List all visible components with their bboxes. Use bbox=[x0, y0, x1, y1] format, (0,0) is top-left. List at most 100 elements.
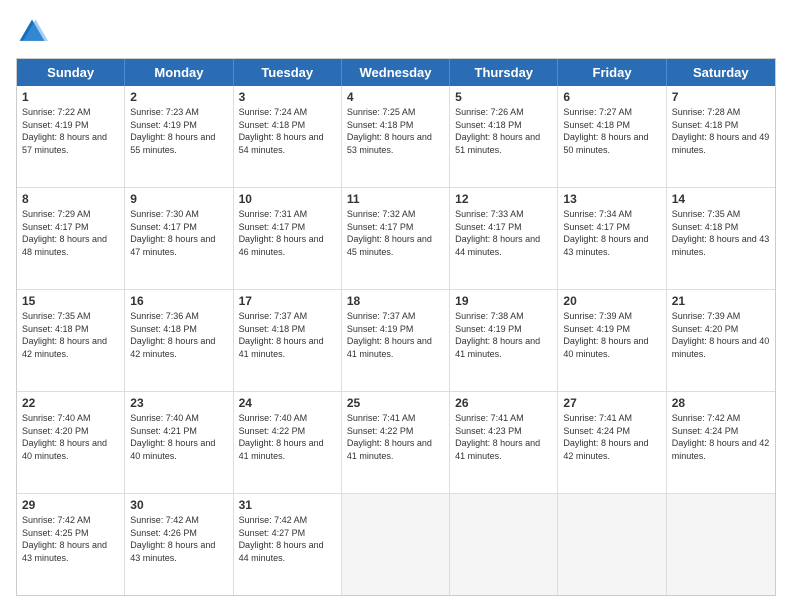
day-info: Sunrise: 7:36 AMSunset: 4:18 PMDaylight:… bbox=[130, 310, 227, 360]
day-cell: 16Sunrise: 7:36 AMSunset: 4:18 PMDayligh… bbox=[125, 290, 233, 391]
day-header-friday: Friday bbox=[558, 59, 666, 86]
day-cell: 2 Sunrise: 7:23 AMSunset: 4:19 PMDaylight… bbox=[125, 86, 233, 187]
day-info: Sunrise: 7:31 AMSunset: 4:17 PMDaylight:… bbox=[239, 208, 336, 258]
day-info: Sunrise: 7:37 AMSunset: 4:19 PMDaylight:… bbox=[347, 310, 444, 360]
day-number: 17 bbox=[239, 294, 336, 308]
day-cell: 4 Sunrise: 7:25 AMSunset: 4:18 PMDaylight… bbox=[342, 86, 450, 187]
day-cell: 6Sunrise: 7:27 AMSunset: 4:18 PMDaylight… bbox=[558, 86, 666, 187]
day-number: 5 bbox=[455, 90, 552, 104]
day-info: Sunrise: 7:25 AMSunset: 4:18 PMDaylight:… bbox=[347, 106, 444, 156]
day-cell bbox=[667, 494, 775, 595]
day-number: 3 bbox=[239, 90, 336, 104]
day-cell: 5 Sunrise: 7:26 AMSunset: 4:18 PMDaylight… bbox=[450, 86, 558, 187]
day-cell: 27 Sunrise: 7:41 AMSunset: 4:24 PMDayligh… bbox=[558, 392, 666, 493]
day-info: Sunrise: 7:28 AMSunset: 4:18 PMDaylight:… bbox=[672, 106, 770, 156]
day-cell: 29Sunrise: 7:42 AMSunset: 4:25 PMDayligh… bbox=[17, 494, 125, 595]
day-info: Sunrise: 7:35 AMSunset: 4:18 PMDaylight:… bbox=[22, 310, 119, 360]
calendar: SundayMondayTuesdayWednesdayThursdayFrid… bbox=[16, 58, 776, 596]
day-cell: 30 Sunrise: 7:42 AMSunset: 4:26 PMDayligh… bbox=[125, 494, 233, 595]
day-cell bbox=[558, 494, 666, 595]
day-info: Sunrise: 7:37 AMSunset: 4:18 PMDaylight:… bbox=[239, 310, 336, 360]
day-number: 1 bbox=[22, 90, 119, 104]
day-info: Sunrise: 7:33 AMSunset: 4:17 PMDaylight:… bbox=[455, 208, 552, 258]
day-cell bbox=[450, 494, 558, 595]
day-cell: 25 Sunrise: 7:41 AMSunset: 4:22 PMDayligh… bbox=[342, 392, 450, 493]
header bbox=[16, 16, 776, 48]
day-info: Sunrise: 7:39 AMSunset: 4:20 PMDaylight:… bbox=[672, 310, 770, 360]
day-cell: 7 Sunrise: 7:28 AMSunset: 4:18 PMDaylight… bbox=[667, 86, 775, 187]
day-info: Sunrise: 7:30 AMSunset: 4:17 PMDaylight:… bbox=[130, 208, 227, 258]
day-cell: 26Sunrise: 7:41 AMSunset: 4:23 PMDayligh… bbox=[450, 392, 558, 493]
day-cell: 17 Sunrise: 7:37 AMSunset: 4:18 PMDayligh… bbox=[234, 290, 342, 391]
day-header-monday: Monday bbox=[125, 59, 233, 86]
day-info: Sunrise: 7:22 AMSunset: 4:19 PMDaylight:… bbox=[22, 106, 119, 156]
day-info: Sunrise: 7:26 AMSunset: 4:18 PMDaylight:… bbox=[455, 106, 552, 156]
day-cell: 8Sunrise: 7:29 AMSunset: 4:17 PMDaylight… bbox=[17, 188, 125, 289]
day-number: 15 bbox=[22, 294, 119, 308]
day-header-saturday: Saturday bbox=[667, 59, 775, 86]
day-number: 6 bbox=[563, 90, 660, 104]
day-number: 29 bbox=[22, 498, 119, 512]
day-number: 10 bbox=[239, 192, 336, 206]
day-number: 31 bbox=[239, 498, 336, 512]
day-info: Sunrise: 7:41 AMSunset: 4:22 PMDaylight:… bbox=[347, 412, 444, 462]
day-header-thursday: Thursday bbox=[450, 59, 558, 86]
day-number: 25 bbox=[347, 396, 444, 410]
day-number: 20 bbox=[563, 294, 660, 308]
day-info: Sunrise: 7:38 AMSunset: 4:19 PMDaylight:… bbox=[455, 310, 552, 360]
day-number: 24 bbox=[239, 396, 336, 410]
day-number: 19 bbox=[455, 294, 552, 308]
day-cell: 22 Sunrise: 7:40 AMSunset: 4:20 PMDayligh… bbox=[17, 392, 125, 493]
day-number: 30 bbox=[130, 498, 227, 512]
day-info: Sunrise: 7:24 AMSunset: 4:18 PMDaylight:… bbox=[239, 106, 336, 156]
day-info: Sunrise: 7:40 AMSunset: 4:20 PMDaylight:… bbox=[22, 412, 119, 462]
day-info: Sunrise: 7:41 AMSunset: 4:23 PMDaylight:… bbox=[455, 412, 552, 462]
day-cell: 31Sunrise: 7:42 AMSunset: 4:27 PMDayligh… bbox=[234, 494, 342, 595]
day-number: 7 bbox=[672, 90, 770, 104]
day-cell bbox=[342, 494, 450, 595]
day-number: 27 bbox=[563, 396, 660, 410]
day-cell: 23 Sunrise: 7:40 AMSunset: 4:21 PMDayligh… bbox=[125, 392, 233, 493]
page: SundayMondayTuesdayWednesdayThursdayFrid… bbox=[0, 0, 792, 612]
day-cell: 28Sunrise: 7:42 AMSunset: 4:24 PMDayligh… bbox=[667, 392, 775, 493]
day-number: 11 bbox=[347, 192, 444, 206]
day-cell: 12 Sunrise: 7:33 AMSunset: 4:17 PMDayligh… bbox=[450, 188, 558, 289]
day-info: Sunrise: 7:42 AMSunset: 4:24 PMDaylight:… bbox=[672, 412, 770, 462]
logo bbox=[16, 16, 52, 48]
day-cell: 24 Sunrise: 7:40 AMSunset: 4:22 PMDayligh… bbox=[234, 392, 342, 493]
day-number: 12 bbox=[455, 192, 552, 206]
day-number: 23 bbox=[130, 396, 227, 410]
day-cell: 3 Sunrise: 7:24 AMSunset: 4:18 PMDaylight… bbox=[234, 86, 342, 187]
day-cell: 9 Sunrise: 7:30 AMSunset: 4:17 PMDaylight… bbox=[125, 188, 233, 289]
week-row-0: 1 Sunrise: 7:22 AMSunset: 4:19 PMDaylight… bbox=[17, 86, 775, 188]
week-row-3: 22 Sunrise: 7:40 AMSunset: 4:20 PMDayligh… bbox=[17, 392, 775, 494]
day-number: 4 bbox=[347, 90, 444, 104]
day-info: Sunrise: 7:42 AMSunset: 4:26 PMDaylight:… bbox=[130, 514, 227, 564]
week-row-4: 29Sunrise: 7:42 AMSunset: 4:25 PMDayligh… bbox=[17, 494, 775, 595]
day-info: Sunrise: 7:32 AMSunset: 4:17 PMDaylight:… bbox=[347, 208, 444, 258]
day-number: 18 bbox=[347, 294, 444, 308]
day-cell: 21 Sunrise: 7:39 AMSunset: 4:20 PMDayligh… bbox=[667, 290, 775, 391]
day-number: 22 bbox=[22, 396, 119, 410]
day-header-tuesday: Tuesday bbox=[234, 59, 342, 86]
day-info: Sunrise: 7:34 AMSunset: 4:17 PMDaylight:… bbox=[563, 208, 660, 258]
day-number: 14 bbox=[672, 192, 770, 206]
day-cell: 14Sunrise: 7:35 AMSunset: 4:18 PMDayligh… bbox=[667, 188, 775, 289]
day-cell: 10 Sunrise: 7:31 AMSunset: 4:17 PMDayligh… bbox=[234, 188, 342, 289]
day-cell: 15 Sunrise: 7:35 AMSunset: 4:18 PMDayligh… bbox=[17, 290, 125, 391]
day-info: Sunrise: 7:23 AMSunset: 4:19 PMDaylight:… bbox=[130, 106, 227, 156]
day-number: 13 bbox=[563, 192, 660, 206]
day-header-sunday: Sunday bbox=[17, 59, 125, 86]
day-cell: 1 Sunrise: 7:22 AMSunset: 4:19 PMDaylight… bbox=[17, 86, 125, 187]
day-info: Sunrise: 7:40 AMSunset: 4:22 PMDaylight:… bbox=[239, 412, 336, 462]
day-cell: 11 Sunrise: 7:32 AMSunset: 4:17 PMDayligh… bbox=[342, 188, 450, 289]
day-cell: 13 Sunrise: 7:34 AMSunset: 4:17 PMDayligh… bbox=[558, 188, 666, 289]
day-info: Sunrise: 7:40 AMSunset: 4:21 PMDaylight:… bbox=[130, 412, 227, 462]
day-number: 2 bbox=[130, 90, 227, 104]
day-info: Sunrise: 7:41 AMSunset: 4:24 PMDaylight:… bbox=[563, 412, 660, 462]
day-cell: 18 Sunrise: 7:37 AMSunset: 4:19 PMDayligh… bbox=[342, 290, 450, 391]
week-row-2: 15 Sunrise: 7:35 AMSunset: 4:18 PMDayligh… bbox=[17, 290, 775, 392]
day-number: 21 bbox=[672, 294, 770, 308]
day-number: 9 bbox=[130, 192, 227, 206]
day-cell: 20Sunrise: 7:39 AMSunset: 4:19 PMDayligh… bbox=[558, 290, 666, 391]
